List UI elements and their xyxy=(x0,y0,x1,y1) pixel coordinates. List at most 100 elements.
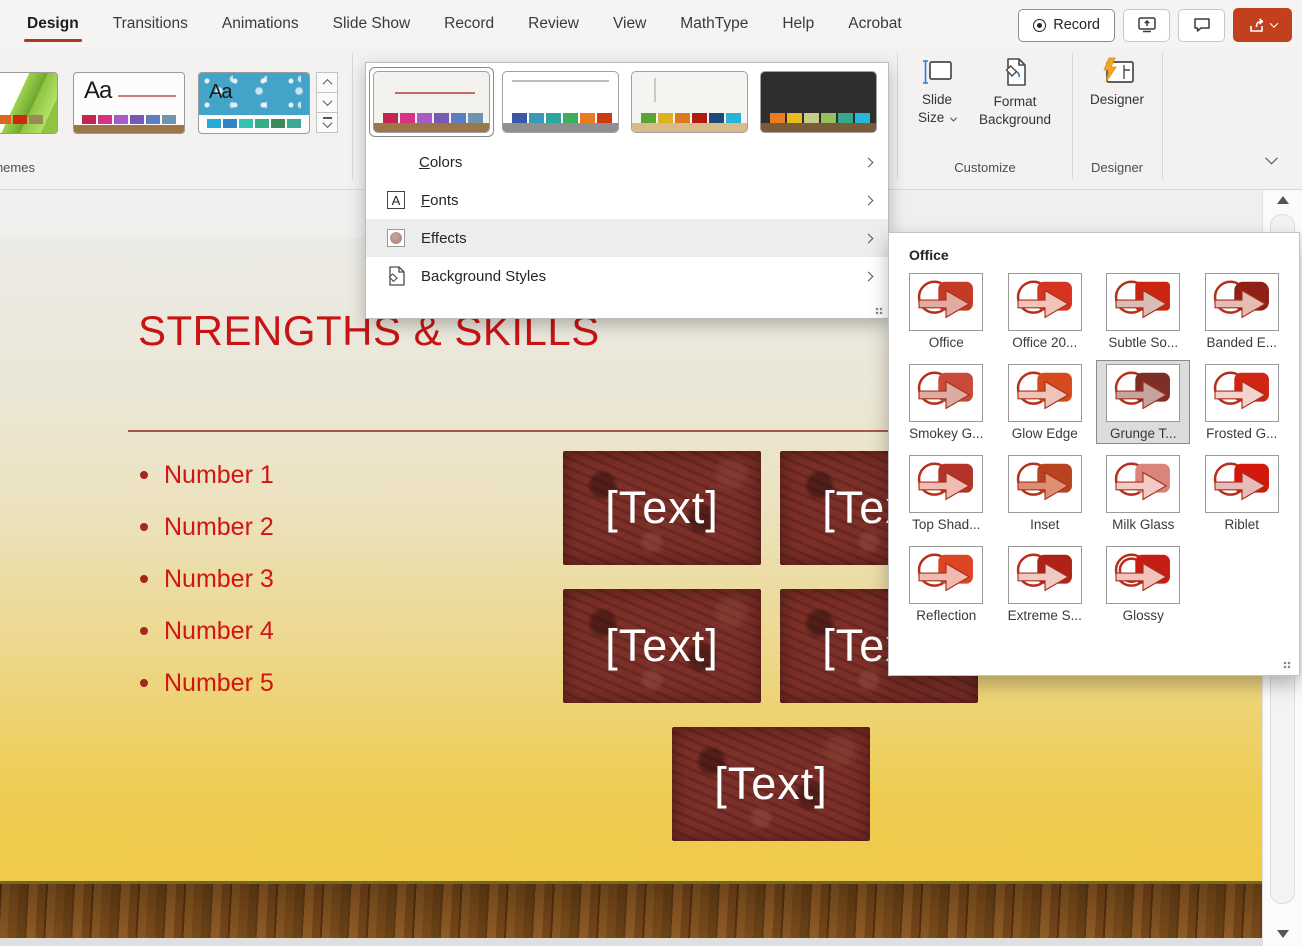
effect-style-icon xyxy=(913,276,979,328)
theme-swatch xyxy=(130,115,144,124)
tab-view[interactable]: View xyxy=(596,0,663,47)
effect-style-office[interactable]: Office xyxy=(899,269,993,353)
effect-style-inset[interactable]: Inset xyxy=(998,451,1092,535)
comments-button[interactable] xyxy=(1178,9,1225,42)
record-button-label: Record xyxy=(1053,17,1100,33)
bullet-item[interactable]: Number 1 xyxy=(140,449,274,501)
themes-group-label-clip: Themes xyxy=(0,160,46,175)
effect-style-icon xyxy=(1012,549,1078,601)
tab-transitions[interactable]: Transitions xyxy=(96,0,205,47)
effect-style-icon xyxy=(1012,367,1078,419)
share-button[interactable] xyxy=(1233,8,1292,42)
effect-style-icon xyxy=(913,549,979,601)
variant-thumbnail-4[interactable] xyxy=(756,67,881,137)
menu-item-fonts[interactable]: A Fonts xyxy=(366,181,888,219)
ribbon-tab-bar: Design Transitions Animations Slide Show… xyxy=(0,0,1302,47)
scroll-down-arrow-icon[interactable] xyxy=(1277,930,1289,938)
tab-record[interactable]: Record xyxy=(427,0,511,47)
effect-style-subtle-solids[interactable]: Subtle So... xyxy=(1096,269,1190,353)
designer-button-label: Designer xyxy=(1090,92,1144,107)
effect-style-frosted-glass[interactable]: Frosted G... xyxy=(1195,360,1289,444)
fonts-icon: A xyxy=(387,191,405,209)
effects-icon xyxy=(387,229,405,247)
collapse-ribbon-chevron-icon[interactable] xyxy=(1265,152,1278,165)
theme-swatch xyxy=(114,115,128,124)
share-dropdown-chevron-icon xyxy=(1269,19,1277,27)
tab-mathtype[interactable]: MathType xyxy=(663,0,765,47)
variant-rule xyxy=(395,92,476,94)
designer-button[interactable]: Designer xyxy=(1083,57,1151,109)
bullet-item[interactable]: Number 4 xyxy=(140,605,274,657)
present-in-teams-button[interactable] xyxy=(1123,9,1170,42)
variants-menu: Colors A Fonts Effects xyxy=(366,143,888,295)
variant-rule xyxy=(512,80,609,82)
variant-thumbnail-3[interactable] xyxy=(627,67,752,137)
slide-size-dropdown-chevron-icon xyxy=(950,115,957,122)
tab-animations[interactable]: Animations xyxy=(205,0,316,47)
effects-gallery: Office Office 20... Subtle So... Banded … xyxy=(889,269,1299,626)
effect-style-glossy[interactable]: Glossy xyxy=(1096,542,1190,626)
theme-swatch xyxy=(223,119,237,128)
effect-style-icon xyxy=(1209,458,1275,510)
ribbon-tabs: Design Transitions Animations Slide Show… xyxy=(0,0,919,47)
variant-thumbnail-2[interactable] xyxy=(498,67,623,137)
menu-item-effects[interactable]: Effects xyxy=(366,219,888,257)
tab-acrobat[interactable]: Acrobat xyxy=(831,0,918,47)
effect-style-reflection[interactable]: Reflection xyxy=(899,542,993,626)
text-placeholder-box[interactable]: [Text] xyxy=(563,451,761,565)
theme-swatch xyxy=(82,115,96,124)
format-background-icon xyxy=(1000,57,1030,89)
menu-item-background-styles[interactable]: Background Styles xyxy=(366,257,888,295)
theme-thumbnail-partial[interactable] xyxy=(0,72,58,134)
effects-flyout-panel: Office Office Office 20... Subtle So... xyxy=(888,232,1300,676)
slide-size-button[interactable]: Slide Size xyxy=(908,57,966,127)
effect-style-riblet[interactable]: Riblet xyxy=(1195,451,1289,535)
variants-dropdown-panel: Colors A Fonts Effects xyxy=(365,62,889,319)
bullet-item[interactable]: Number 2 xyxy=(140,501,274,553)
effect-style-icon xyxy=(1012,458,1078,510)
designer-group-label: Designer xyxy=(1083,160,1151,175)
theme-swatch xyxy=(239,119,253,128)
tab-design[interactable]: Design xyxy=(10,0,96,47)
tab-slide-show[interactable]: Slide Show xyxy=(316,0,428,47)
effect-style-icon xyxy=(913,367,979,419)
resize-grip[interactable] xyxy=(1283,661,1291,669)
record-button[interactable]: Record xyxy=(1018,9,1115,42)
scroll-up-arrow-icon[interactable] xyxy=(1277,196,1289,204)
effect-style-milk-glass[interactable]: Milk Glass xyxy=(1096,451,1190,535)
effect-style-banded-edge[interactable]: Banded E... xyxy=(1195,269,1289,353)
variant-rule xyxy=(654,78,656,102)
submenu-arrow-icon xyxy=(864,271,874,281)
effect-style-glow-edge[interactable]: Glow Edge xyxy=(998,360,1092,444)
text-placeholder-box[interactable]: [Text] xyxy=(563,589,761,703)
effect-style-extreme-shadow[interactable]: Extreme S... xyxy=(998,542,1092,626)
resize-grip[interactable] xyxy=(875,307,883,315)
menu-item-colors[interactable]: Colors xyxy=(366,143,888,181)
theme-thumbnail-pattern[interactable]: Aa xyxy=(198,72,310,134)
tab-review[interactable]: Review xyxy=(511,0,596,47)
theme-swatch xyxy=(287,119,301,128)
effect-style-top-shadow[interactable]: Top Shad... xyxy=(899,451,993,535)
themes-gallery-more-button[interactable] xyxy=(316,112,338,133)
variant-thumbnail-1-selected[interactable] xyxy=(369,67,494,137)
bullet-item[interactable]: Number 3 xyxy=(140,553,274,605)
background-styles-icon xyxy=(386,266,406,286)
effect-style-office-2007-2010[interactable]: Office 20... xyxy=(998,269,1092,353)
theme-swatch xyxy=(255,119,269,128)
bullet-list[interactable]: Number 1 Number 2 Number 3 Number 4 Numb… xyxy=(140,449,274,709)
themes-scroll-down-button[interactable] xyxy=(316,92,338,113)
effect-style-icon xyxy=(1209,367,1275,419)
effect-style-grunge-texture-selected[interactable]: Grunge T... xyxy=(1096,360,1190,444)
theme-thumbnail-wood[interactable]: Aa xyxy=(73,72,185,134)
theme-swatch xyxy=(146,115,160,124)
theme-aa-glyph: Aa xyxy=(84,77,111,105)
themes-scroll-up-button[interactable] xyxy=(316,72,338,93)
effect-style-smokey-glass[interactable]: Smokey G... xyxy=(899,360,993,444)
present-in-teams-icon xyxy=(1138,17,1156,33)
text-placeholder-box[interactable]: [Text] xyxy=(672,727,870,841)
powerpoint-window: Design Transitions Animations Slide Show… xyxy=(0,0,1302,946)
bullet-item[interactable]: Number 5 xyxy=(140,657,274,709)
format-background-button[interactable]: Format Background xyxy=(972,57,1058,129)
tab-help[interactable]: Help xyxy=(765,0,831,47)
format-background-label-line1: Format xyxy=(994,94,1037,109)
